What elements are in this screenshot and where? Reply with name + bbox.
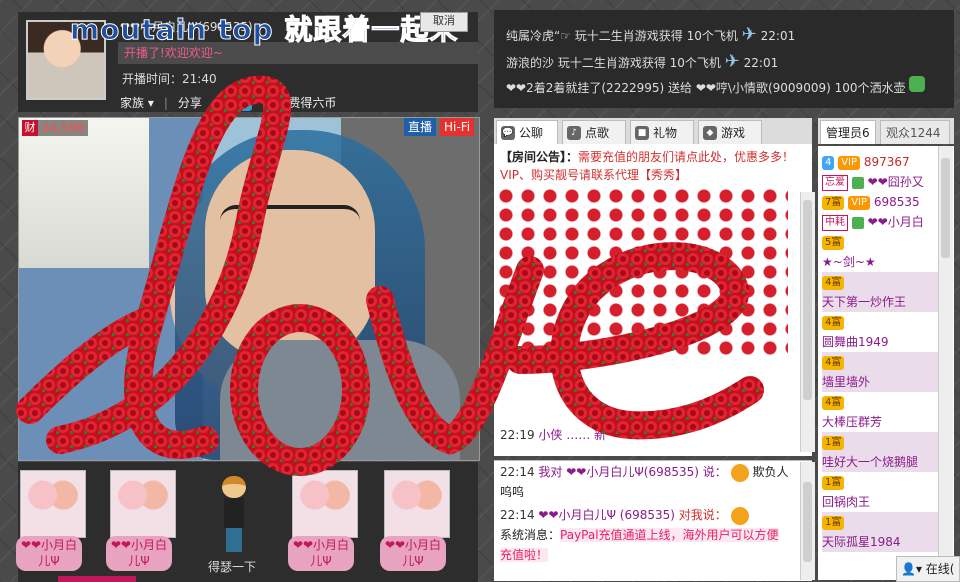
love-letter-o: [230, 304, 370, 476]
headline-overlay: moutain top 就跟着一起来: [69, 13, 459, 47]
cancel-button[interactable]: 取消: [420, 12, 468, 32]
love-rose-overlay: [16, 75, 764, 476]
love-letter-e: [506, 242, 764, 440]
